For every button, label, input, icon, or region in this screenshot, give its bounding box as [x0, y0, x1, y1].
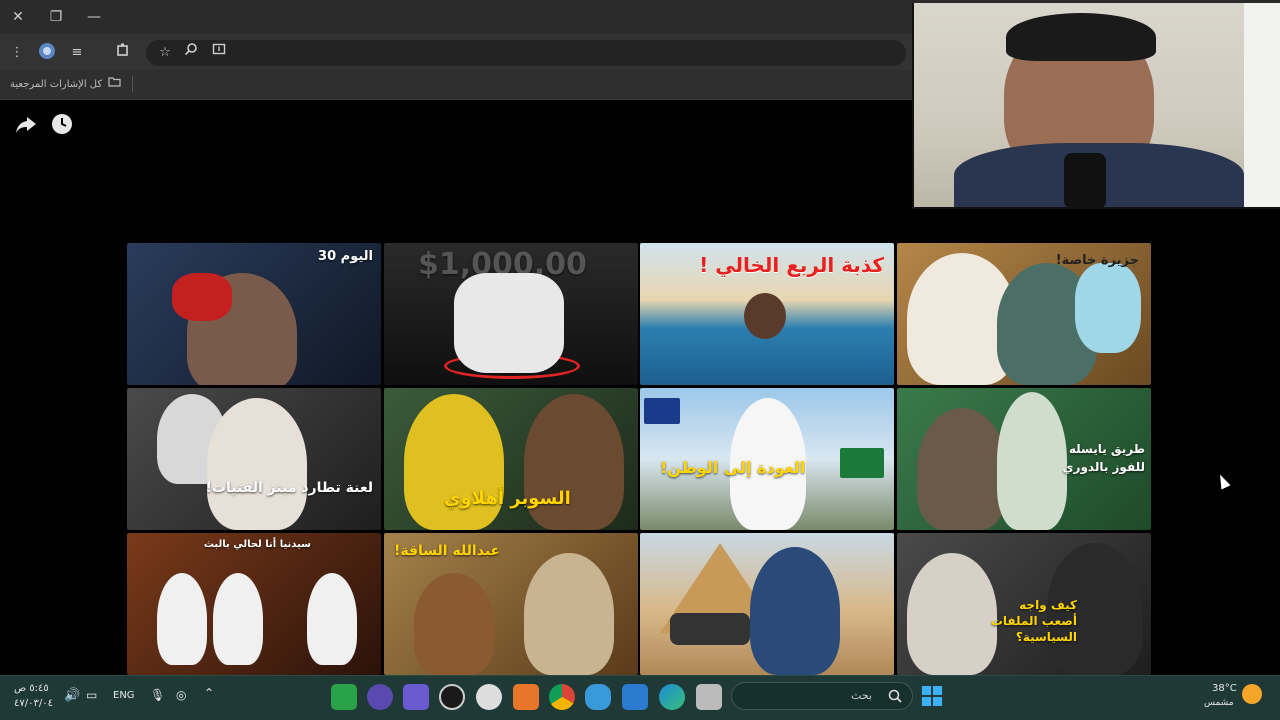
- video-thumbnail[interactable]: السوبر أهلاوي: [384, 388, 638, 530]
- edge-icon[interactable]: [659, 684, 685, 710]
- thumbnail-caption: لعنة تطارد مبتز الفتيات!: [205, 480, 373, 496]
- video-thumbnail[interactable]: طريق يايسله للفوز بالدوري: [897, 388, 1151, 530]
- video-thumbnail[interactable]: سيدنيا أنا لحالي بالبث: [127, 533, 381, 675]
- minimize-window-button[interactable]: —: [82, 6, 106, 28]
- install-app-icon[interactable]: [208, 42, 230, 64]
- weather-condition[interactable]: مشمس: [1204, 698, 1234, 708]
- restore-window-button[interactable]: ❐: [44, 6, 68, 28]
- chevron-up-icon[interactable]: ⌃: [204, 686, 214, 700]
- taskbar-search[interactable]: بحث: [731, 682, 913, 710]
- clock-icon[interactable]: [50, 112, 74, 136]
- store-icon[interactable]: [622, 684, 648, 710]
- microphone-icon: [1064, 153, 1106, 207]
- person-figure: [157, 573, 207, 665]
- mouse-cursor-icon: [1215, 472, 1231, 490]
- person-figure: [744, 293, 786, 339]
- video-grid: اليوم 30 $1,000,00 كذبة الربع الخالي ! ج…: [127, 243, 1151, 675]
- bookmark-star-icon[interactable]: ☆: [154, 42, 176, 64]
- video-thumbnail[interactable]: كذبة الربع الخالي !: [640, 243, 894, 385]
- video-thumbnail[interactable]: العودة إلى الوطن!: [640, 388, 894, 530]
- zoom-icon[interactable]: [180, 42, 202, 64]
- window-light: [1244, 3, 1280, 207]
- thumbnail-caption: العودة إلى الوطن!: [660, 458, 806, 477]
- video-thumbnail[interactable]: $1,000,00: [384, 243, 638, 385]
- chrome-icon[interactable]: [549, 684, 575, 710]
- camel-figure: [414, 573, 494, 675]
- bookmarks-separator: [132, 76, 133, 92]
- clock-date[interactable]: ٤٧/٠٣/٠٤: [14, 698, 53, 709]
- person-figure: [750, 547, 840, 675]
- speaker-icon[interactable]: 🔊: [64, 688, 80, 703]
- close-window-button[interactable]: ✕: [6, 6, 30, 28]
- windows-start-icon[interactable]: [921, 685, 943, 707]
- extensions-icon[interactable]: [112, 42, 134, 64]
- network-icon[interactable]: ▭: [86, 688, 97, 702]
- video-thumbnail[interactable]: جزيرة خاصة!: [897, 243, 1151, 385]
- boxing-glove-image: [172, 273, 232, 321]
- mic-icon[interactable]: 🎙: [150, 688, 165, 702]
- all-bookmarks-link[interactable]: كل الإشارات المرجعية: [10, 76, 121, 94]
- person-figure: [207, 398, 307, 530]
- person-figure: [213, 573, 263, 665]
- video-thumbnail[interactable]: اليوم 30: [127, 243, 381, 385]
- car-figure: [670, 613, 750, 645]
- video-thumbnail[interactable]: لعنة تطارد مبتز الفتيات!: [127, 388, 381, 530]
- chat-icon[interactable]: [585, 684, 611, 710]
- thumbnail-caption: عبدالله الساقة!: [394, 543, 501, 559]
- teams-icon[interactable]: [403, 684, 429, 710]
- person-figure: [307, 573, 357, 665]
- menu-kebab-icon[interactable]: ⋮: [6, 42, 28, 64]
- taskbar-app-icon[interactable]: [476, 684, 502, 710]
- person-figure: [524, 553, 614, 675]
- uk-flag-image: [644, 398, 680, 424]
- webcam-overlay: [912, 3, 1280, 209]
- player-figure: [404, 394, 504, 530]
- streamer-hair: [1006, 13, 1156, 61]
- all-bookmarks-label: كل الإشارات المرجعية: [10, 79, 103, 90]
- taskbar-app-icon[interactable]: [513, 684, 539, 710]
- weather-sun-icon[interactable]: [1242, 684, 1262, 704]
- thumbnail-caption: كيف واجه أصعب الملفات السياسية؟: [990, 598, 1077, 644]
- camera-icon[interactable]: ◎: [176, 688, 186, 702]
- search-icon: [888, 688, 902, 707]
- file-explorer-icon[interactable]: [696, 684, 722, 710]
- thumbnail-caption: سيدنيا أنا لحالي بالبث: [203, 539, 311, 550]
- video-thumbnail[interactable]: عبدالله الساقة!: [384, 533, 638, 675]
- plane-window-shape: [1075, 263, 1141, 353]
- video-thumbnail[interactable]: [640, 533, 894, 675]
- person-figure: [917, 408, 1007, 530]
- weather-temperature[interactable]: 38°C: [1212, 683, 1237, 694]
- share-icon[interactable]: [14, 112, 38, 136]
- thumbnail-caption: جزيرة خاصة!: [1055, 253, 1139, 268]
- profile-avatar-icon[interactable]: [36, 42, 58, 64]
- screen: ✕ ❐ — ⋮ ≡ ☆ كل الإشارات المرجعية اليوم 3…: [0, 0, 1280, 720]
- saudi-flag-image: [840, 448, 884, 478]
- group-figure: [454, 273, 564, 373]
- person-figure: [524, 394, 624, 530]
- media-controls-icon[interactable]: ≡: [66, 42, 88, 64]
- video-thumbnail[interactable]: كيف واجه أصعب الملفات السياسية؟: [897, 533, 1151, 675]
- taskbar-app-icon[interactable]: [367, 684, 393, 710]
- thumbnail-caption: اليوم 30: [318, 249, 373, 264]
- clock-time[interactable]: ٥:٤٥ ص: [14, 683, 49, 694]
- thumbnail-caption: طريق يايسله للفوز بالدوري: [1062, 442, 1145, 474]
- taskbar-app-icon[interactable]: [331, 684, 357, 710]
- thumbnail-caption: كذبة الربع الخالي !: [699, 253, 884, 277]
- folder-icon: [108, 76, 121, 94]
- search-placeholder: بحث: [851, 689, 872, 702]
- obs-icon[interactable]: [439, 684, 465, 710]
- language-indicator[interactable]: ENG: [113, 690, 135, 701]
- address-bar[interactable]: [146, 40, 906, 66]
- person-figure: [907, 553, 997, 675]
- thumbnail-caption: السوبر أهلاوي: [444, 488, 571, 509]
